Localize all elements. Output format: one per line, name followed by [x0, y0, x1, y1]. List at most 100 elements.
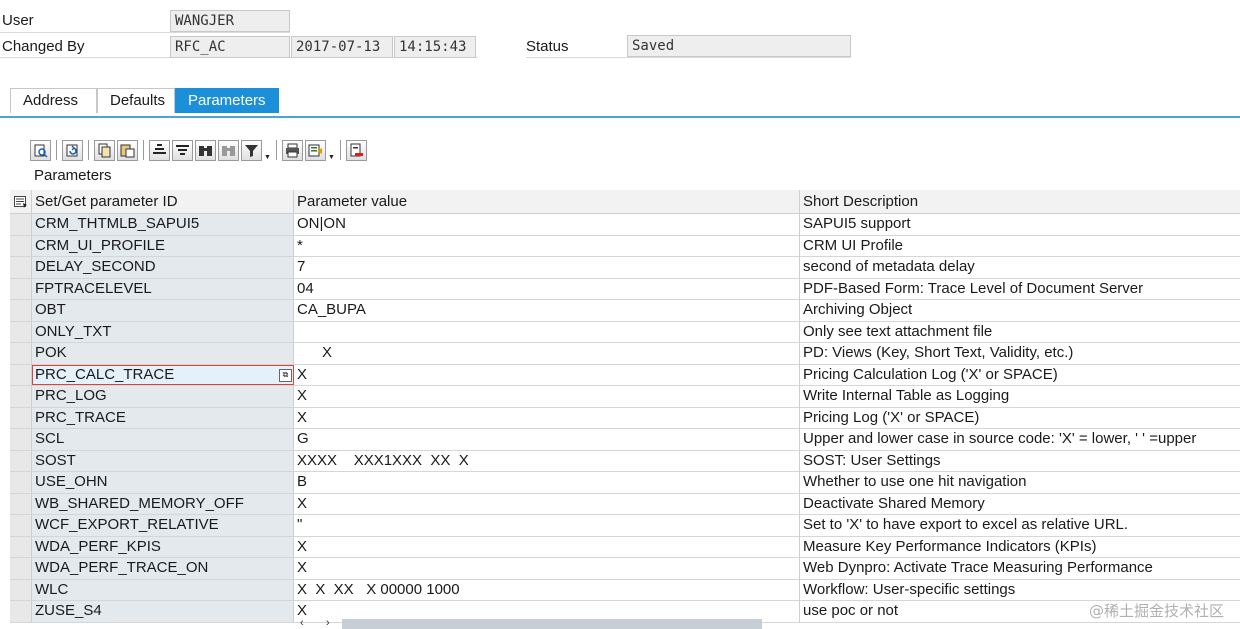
find-icon[interactable] — [195, 139, 216, 161]
table-row[interactable]: PRC_CALC_TRACE X Pricing Calculation Log (… — [10, 364, 1240, 386]
row-selector[interactable] — [10, 601, 32, 622]
table-row[interactable]: WLC X X XX X 00000 1000 Workflow: User-spe… — [10, 579, 1240, 601]
param-id-cell[interactable]: PRC_LOG — [32, 386, 294, 407]
param-id-cell[interactable]: PRC_TRACE — [32, 407, 294, 428]
changed-time-field[interactable]: 14:15:43 — [394, 36, 476, 58]
param-id-cell[interactable]: WLC — [32, 579, 294, 600]
param-id-cell[interactable]: FPTRACELEVEL — [32, 278, 294, 299]
param-value-cell[interactable]: X — [294, 558, 800, 579]
param-value-cell[interactable]: G — [294, 429, 800, 450]
param-value-cell[interactable]: 7 — [294, 257, 800, 278]
table-row[interactable]: POK X PD: Views (Key, Short Text, Validit… — [10, 343, 1240, 365]
param-value-cell[interactable]: B — [294, 472, 800, 493]
export-dropdown-icon[interactable]: ▼ — [328, 140, 335, 161]
refresh-icon[interactable] — [62, 139, 83, 161]
row-selector[interactable] — [10, 536, 32, 557]
param-value-cell[interactable]: 04 — [294, 278, 800, 299]
param-value-cell[interactable]: X — [294, 343, 800, 364]
column-header-param-value[interactable]: Parameter value — [294, 190, 800, 213]
table-row[interactable]: USE_OHN B Whether to use one hit navigatio… — [10, 472, 1240, 494]
sort-descending-icon[interactable] — [172, 139, 193, 161]
param-id-cell[interactable]: ONLY_TXT — [32, 321, 294, 342]
param-id-cell[interactable]: USE_OHN — [32, 472, 294, 493]
param-value-cell[interactable]: X X XX X 00000 1000 — [294, 579, 800, 600]
row-selector[interactable] — [10, 579, 32, 600]
param-value-cell[interactable]: X — [294, 364, 800, 385]
param-id-cell[interactable]: SCL — [32, 429, 294, 450]
param-id-cell[interactable]: POK — [32, 343, 294, 364]
row-selector[interactable] — [10, 235, 32, 256]
tab-address[interactable]: Address — [10, 88, 97, 113]
param-value-cell[interactable] — [294, 321, 800, 342]
status-field[interactable]: Saved — [627, 35, 851, 57]
row-selector[interactable] — [10, 278, 32, 299]
changed-date-field[interactable]: 2017-07-13 — [291, 36, 393, 58]
param-id-cell[interactable]: SOST — [32, 450, 294, 471]
filter-dropdown-icon[interactable]: ▼ — [264, 140, 271, 161]
value-help-icon[interactable]: ⧉ — [279, 368, 292, 382]
table-row[interactable]: PRC_LOG X Write Internal Table as Logging — [10, 386, 1240, 408]
param-value-cell[interactable]: " — [294, 515, 800, 536]
param-value-cell[interactable]: X — [294, 493, 800, 514]
table-row[interactable]: CRM_UI_PROFILE * CRM UI Profile — [10, 235, 1240, 257]
param-value-cell[interactable]: X — [294, 536, 800, 557]
row-selector[interactable] — [10, 493, 32, 514]
table-row[interactable]: PRC_TRACE X Pricing Log ('X' or SPACE) — [10, 407, 1240, 429]
param-id-cell[interactable]: OBT — [32, 300, 294, 321]
details-icon[interactable] — [30, 139, 51, 161]
copy-icon[interactable] — [94, 139, 115, 161]
tab-defaults[interactable]: Defaults — [97, 88, 175, 113]
table-row[interactable]: OBT CA_BUPA Archiving Object — [10, 300, 1240, 322]
find-next-icon[interactable] — [218, 139, 239, 161]
param-id-cell[interactable]: WDA_PERF_KPIS — [32, 536, 294, 557]
param-id-cell[interactable]: DELAY_SECOND — [32, 257, 294, 278]
scrollbar-thumb[interactable] — [342, 619, 762, 629]
row-selector[interactable] — [10, 364, 32, 385]
table-row[interactable]: ONLY_TXT Only see text attachment file — [10, 321, 1240, 343]
table-row[interactable]: WDA_PERF_KPIS X Measure Key Performance In… — [10, 536, 1240, 558]
tab-parameters[interactable]: Parameters — [175, 88, 279, 113]
column-header-param-id[interactable]: Set/Get parameter ID — [32, 190, 294, 213]
scroll-right-icon[interactable]: › — [326, 617, 330, 629]
row-selector[interactable] — [10, 515, 32, 536]
row-selector[interactable] — [10, 558, 32, 579]
sort-ascending-icon[interactable] — [149, 139, 170, 161]
row-selector[interactable] — [10, 450, 32, 471]
table-row[interactable]: SCL G Upper and lower case in source code:… — [10, 429, 1240, 451]
select-all-icon[interactable] — [10, 190, 32, 213]
param-id-cell[interactable]: WDA_PERF_TRACE_ON — [32, 558, 294, 579]
table-row[interactable]: DELAY_SECOND 7 second of metadata delay — [10, 257, 1240, 279]
user-field[interactable]: WANGJER — [170, 10, 290, 32]
row-selector[interactable] — [10, 321, 32, 342]
row-selector[interactable] — [10, 429, 32, 450]
table-row[interactable]: CRM_THTMLB_SAPUI5 ON|ON SAPUI5 support — [10, 214, 1240, 236]
changed-by-field[interactable]: RFC_AC — [170, 36, 290, 58]
export-icon[interactable] — [305, 139, 326, 161]
param-id-cell[interactable]: WCF_EXPORT_RELATIVE — [32, 515, 294, 536]
param-value-cell[interactable]: XXXX XXX1XXX XX X — [294, 450, 800, 471]
paste-icon[interactable] — [117, 139, 138, 161]
table-row[interactable]: WB_SHARED_MEMORY_OFF X Deactivate Shared M… — [10, 493, 1240, 515]
param-value-cell[interactable]: CA_BUPA — [294, 300, 800, 321]
param-id-cell[interactable]: WB_SHARED_MEMORY_OFF — [32, 493, 294, 514]
print-icon[interactable] — [282, 139, 303, 161]
row-selector[interactable] — [10, 257, 32, 278]
param-value-cell[interactable]: X — [294, 407, 800, 428]
row-selector[interactable] — [10, 343, 32, 364]
param-id-cell[interactable]: CRM_UI_PROFILE — [32, 235, 294, 256]
param-id-cell[interactable]: CRM_THTMLB_SAPUI5 — [32, 214, 294, 235]
filter-icon[interactable] — [241, 139, 262, 161]
table-row[interactable]: WCF_EXPORT_RELATIVE " Set to 'X' to have e… — [10, 515, 1240, 537]
param-id-cell[interactable]: ZUSE_S4 — [32, 601, 294, 622]
table-row[interactable]: FPTRACELEVEL 04 PDF-Based Form: Trace Leve… — [10, 278, 1240, 300]
row-selector[interactable] — [10, 386, 32, 407]
table-row[interactable]: WDA_PERF_TRACE_ON X Web Dynpro: Activate T… — [10, 558, 1240, 580]
row-selector[interactable] — [10, 300, 32, 321]
column-header-short-description[interactable]: Short Description — [800, 190, 1240, 213]
param-id-cell[interactable]: PRC_CALC_TRACE — [32, 364, 294, 385]
param-value-cell[interactable]: ON|ON — [294, 214, 800, 235]
row-selector[interactable] — [10, 214, 32, 235]
scroll-left-icon[interactable]: ‹ — [300, 617, 304, 629]
row-selector[interactable] — [10, 472, 32, 493]
param-value-cell[interactable]: * — [294, 235, 800, 256]
